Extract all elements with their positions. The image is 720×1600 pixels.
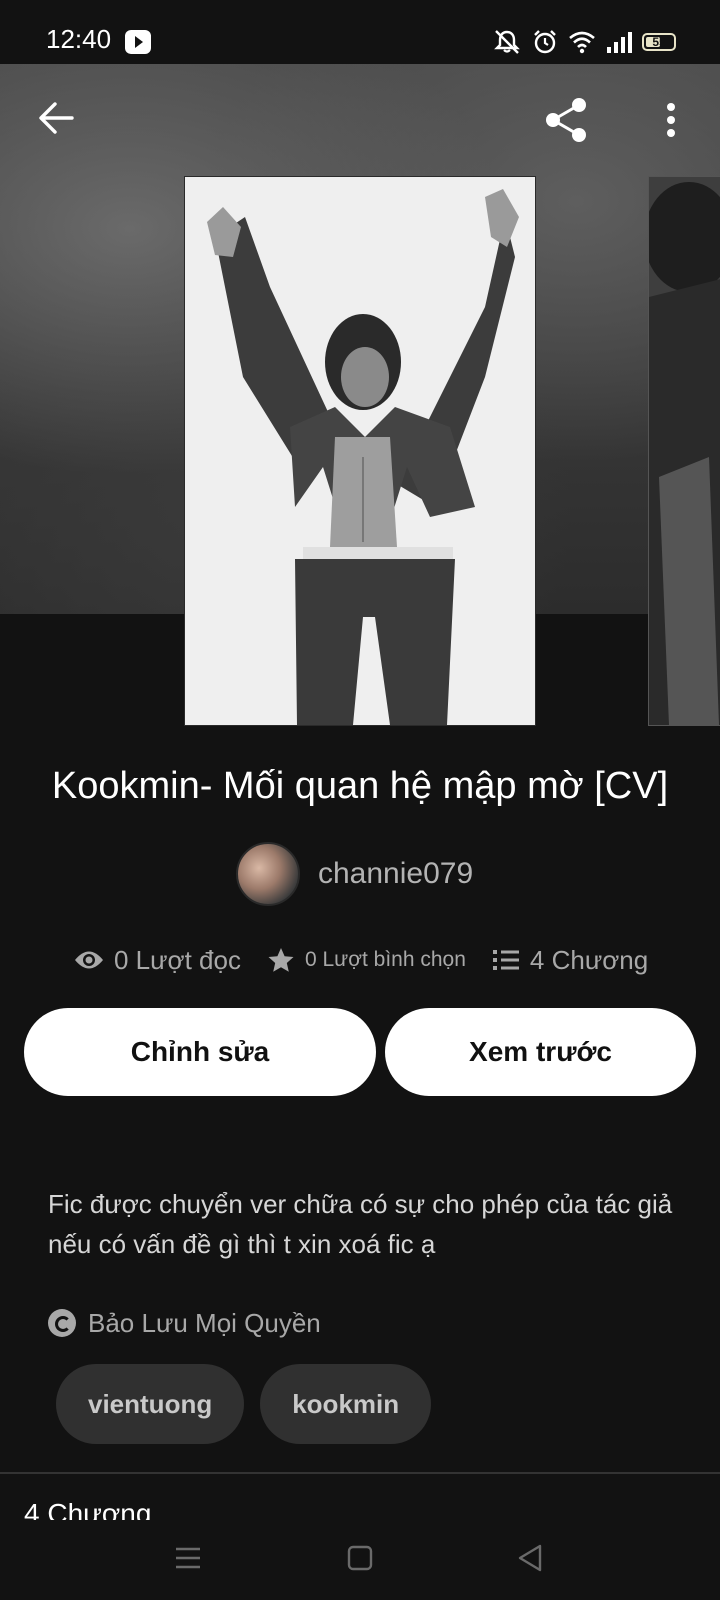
reads-stat: 0 Lượt đọc [74, 945, 241, 976]
chapters-stat: 4 Chương [492, 945, 648, 976]
back-triangle-icon[interactable] [510, 1538, 550, 1578]
battery-level: 55 [652, 35, 666, 49]
next-cover-figure [649, 177, 720, 725]
preview-button[interactable]: Xem trước [385, 1008, 696, 1096]
copyright-text: Bảo Lưu Mọi Quyền [88, 1307, 321, 1338]
chapters-count: 4 Chương [529, 944, 649, 975]
mute-bell-icon [494, 30, 520, 54]
status-icons: 55 [492, 28, 676, 56]
alarm-icon [534, 30, 556, 54]
story-cover-image[interactable] [184, 176, 536, 726]
tag-kookmin[interactable]: kookmin [260, 1364, 432, 1444]
wifi-icon [569, 31, 595, 54]
cover-photo-figure [185, 177, 535, 725]
votes-stat: 0 Lượt bình chọn [267, 947, 466, 973]
author-avatar[interactable] [236, 842, 300, 906]
copyright-icon [48, 1309, 76, 1337]
chapters-heading: 4 Chương [24, 1498, 152, 1520]
status-bar: 12:40 55 [0, 0, 720, 64]
story-details-screen: 12:40 55 Kookmin- Mối quan hệ mập mờ [CV… [0, 0, 720, 1600]
status-time: 12:40 [46, 24, 112, 54]
home-square-icon[interactable] [340, 1538, 380, 1578]
story-description: Fic được chuyển ver chữa có sự cho phép … [48, 1189, 673, 1259]
next-story-cover-image[interactable] [648, 176, 720, 726]
tag-vientuong[interactable]: vientuong [56, 1364, 245, 1444]
more-vertical-icon[interactable] [656, 100, 686, 140]
system-nav-bar [0, 1522, 720, 1600]
story-stats: 0 Lượt đọc 0 Lượt bình chọn 4 Chương [74, 940, 674, 980]
author-row[interactable]: channie079 [236, 842, 473, 906]
copyright-row: Bảo Lưu Mọi Quyền [48, 1306, 321, 1340]
eye-icon [75, 951, 103, 969]
signal-icon [607, 32, 632, 53]
reads-count: 0 Lượt đọc [114, 944, 241, 975]
battery-icon: 55 [642, 33, 676, 51]
edit-button[interactable]: Chỉnh sửa [24, 1008, 376, 1096]
story-title: Kookmin- Mối quan hệ mập mờ [CV] [51, 765, 669, 807]
votes-count: 0 Lượt bình chọn [304, 948, 466, 971]
author-name[interactable]: channie079 [318, 857, 473, 891]
back-arrow-icon[interactable] [36, 98, 76, 138]
tag-list: vientuong kookmin [56, 1364, 432, 1444]
menu-icon[interactable] [168, 1538, 208, 1578]
list-icon [492, 950, 519, 970]
section-divider [0, 1472, 720, 1474]
star-icon [268, 948, 294, 972]
share-icon[interactable] [540, 94, 592, 146]
youtube-icon [125, 30, 151, 54]
